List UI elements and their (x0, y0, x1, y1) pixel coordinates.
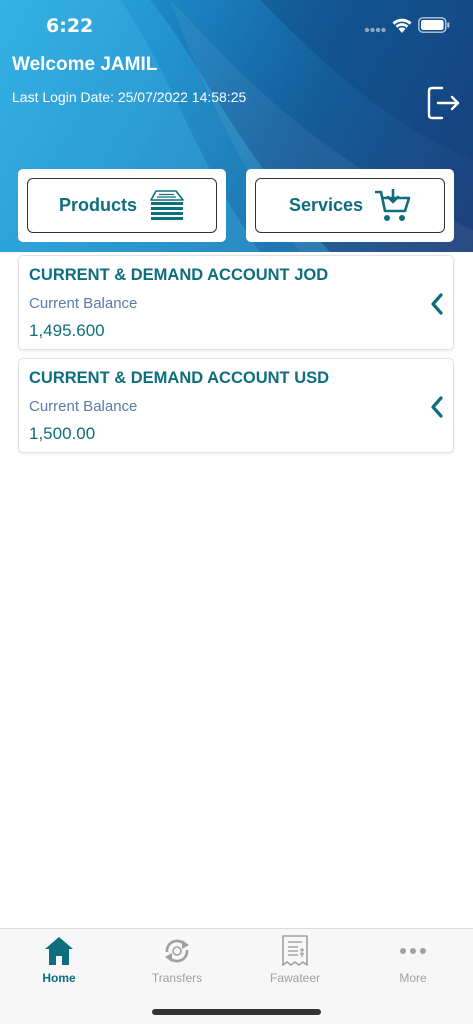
logout-icon[interactable] (424, 84, 462, 122)
tab-more[interactable]: More (354, 929, 472, 989)
tab-fawateer[interactable]: Fawateer (236, 929, 354, 989)
products-label: Products (58, 195, 137, 215)
tab-label: Home (42, 971, 76, 985)
services-label: Services (288, 195, 364, 215)
bill-icon (282, 935, 308, 966)
chevron-left-icon (431, 293, 443, 315)
account-card-usd[interactable]: CURRENT & DEMAND ACCOUNT USD Current Bal… (18, 358, 454, 453)
tab-label: Transfers (151, 971, 203, 985)
cellular-signal-icon (364, 27, 386, 33)
services-card: Services (246, 169, 454, 242)
home-indicator[interactable] (152, 1009, 321, 1015)
tab-transfers[interactable]: Transfers (118, 929, 236, 989)
account-name: CURRENT & DEMAND ACCOUNT USD (29, 369, 330, 387)
balance-value: 1,495.600 (29, 321, 105, 340)
shopping-cart-icon (375, 188, 411, 221)
welcome-title: Welcome JAMIL (12, 54, 158, 75)
tab-label: More (399, 971, 427, 985)
last-login-date: Last Login Date: 25/07/2022 14:58:25 (12, 89, 247, 105)
battery-icon (418, 17, 450, 33)
more-icon (400, 948, 426, 954)
balance-value: 1,500.00 (29, 424, 96, 443)
tab-label: Fawateer (269, 971, 321, 985)
tab-home[interactable]: Home (0, 929, 118, 989)
chevron-left-icon (431, 396, 443, 418)
account-name: CURRENT & DEMAND ACCOUNT JOD (29, 266, 329, 284)
status-time: 6:22 (46, 15, 94, 37)
home-icon (45, 937, 73, 965)
header-banner: 6:22 Welcome JAMIL Last Login Date: 25/0… (0, 0, 473, 252)
wifi-icon (392, 18, 412, 33)
status-bar: 6:22 (0, 0, 473, 52)
balance-label: Current Balance (29, 398, 138, 415)
products-card: Products (18, 169, 226, 242)
products-stack-icon (150, 189, 184, 220)
account-card-jod[interactable]: CURRENT & DEMAND ACCOUNT JOD Current Bal… (18, 255, 454, 350)
services-button[interactable]: Services (255, 178, 445, 233)
transfers-icon (165, 939, 189, 963)
balance-label: Current Balance (29, 295, 138, 312)
dashboard-screen: 6:22 Welcome JAMIL Last Login Date: 25/0… (0, 0, 473, 1024)
products-button[interactable]: Products (27, 178, 217, 233)
